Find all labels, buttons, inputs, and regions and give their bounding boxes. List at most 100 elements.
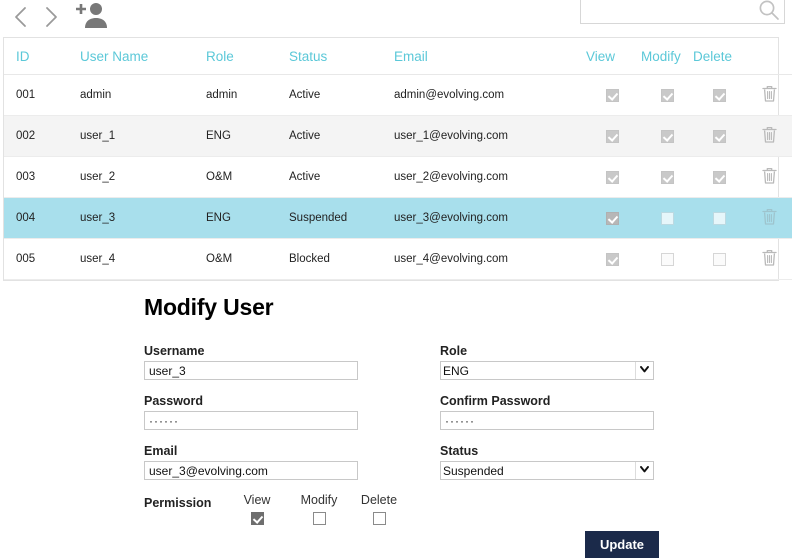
- status-label: Status: [440, 444, 654, 458]
- column-header-view[interactable]: View: [584, 38, 641, 75]
- cell-view: [584, 157, 641, 198]
- role-select[interactable]: adminENGO&M: [440, 361, 654, 380]
- column-header-modify[interactable]: Modify: [641, 38, 693, 75]
- cell-id: 005: [4, 239, 80, 280]
- chevron-left-icon: [6, 2, 36, 32]
- cell-delete-action: [746, 157, 792, 198]
- table-row[interactable]: 002user_1ENGActiveuser_1@evolving.com: [4, 116, 792, 157]
- form-row-password: Password Confirm Password: [144, 394, 784, 444]
- column-header-id[interactable]: ID: [4, 38, 80, 75]
- cell-modify: [641, 198, 693, 239]
- cell-email: user_4@evolving.com: [394, 239, 584, 280]
- cell-delete-action: [746, 198, 792, 239]
- cell-modify: [641, 239, 693, 280]
- table-row[interactable]: 003user_2O&MActiveuser_2@evolving.com: [4, 157, 792, 198]
- status-select[interactable]: ActiveSuspendedBlocked: [440, 461, 654, 480]
- permission-modify-checkbox[interactable]: [313, 512, 326, 525]
- trash-icon[interactable]: [761, 125, 778, 144]
- cell-id: 002: [4, 116, 80, 157]
- cell-email: admin@evolving.com: [394, 75, 584, 116]
- row-modify-checkbox[interactable]: [661, 212, 674, 225]
- row-view-checkbox[interactable]: [606, 89, 619, 102]
- cell-user-name: admin: [80, 75, 206, 116]
- row-view-checkbox[interactable]: [606, 253, 619, 266]
- row-delete-checkbox[interactable]: [713, 89, 726, 102]
- search-input[interactable]: [581, 0, 757, 23]
- table-header-row: ID User Name Role Status Email View Modi…: [4, 38, 792, 75]
- field-status: Status ActiveSuspendedBlocked: [440, 444, 654, 480]
- cell-role: O&M: [206, 239, 289, 280]
- permission-view-label: View: [234, 493, 280, 507]
- cell-delete: [693, 157, 746, 198]
- row-modify-checkbox[interactable]: [661, 130, 674, 143]
- permission-view-checkbox[interactable]: [251, 512, 264, 525]
- permission-delete-checkbox[interactable]: [373, 512, 386, 525]
- field-email: Email: [144, 444, 358, 480]
- cell-email: user_3@evolving.com: [394, 198, 584, 239]
- table-row[interactable]: 005user_4O&MBlockeduser_4@evolving.com: [4, 239, 792, 280]
- search-box[interactable]: [580, 0, 785, 24]
- row-delete-checkbox[interactable]: [713, 130, 726, 143]
- table-row[interactable]: 004user_3ENGSuspendeduser_3@evolving.com: [4, 198, 792, 239]
- forward-button[interactable]: [36, 2, 66, 32]
- status-select-wrap: ActiveSuspendedBlocked: [440, 461, 654, 480]
- row-delete-checkbox[interactable]: [713, 212, 726, 225]
- cell-status: Suspended: [289, 198, 394, 239]
- cell-id: 004: [4, 198, 80, 239]
- row-modify-checkbox[interactable]: [661, 89, 674, 102]
- row-view-checkbox[interactable]: [606, 130, 619, 143]
- trash-icon[interactable]: [761, 166, 778, 185]
- row-delete-checkbox[interactable]: [713, 171, 726, 184]
- table-body: 001adminadminActiveadmin@evolving.com002…: [4, 75, 792, 280]
- back-button[interactable]: [6, 2, 36, 32]
- form-row-email-status: Email Status ActiveSuspendedBlocked: [144, 444, 784, 494]
- cell-view: [584, 239, 641, 280]
- cell-view: [584, 75, 641, 116]
- role-select-wrap: adminENGO&M: [440, 361, 654, 380]
- password-input[interactable]: [144, 411, 358, 430]
- column-header-user-name[interactable]: User Name: [80, 38, 206, 75]
- column-header-status[interactable]: Status: [289, 38, 394, 75]
- cell-delete-action: [746, 75, 792, 116]
- permission-delete: Delete: [356, 493, 402, 528]
- email-input[interactable]: [144, 461, 358, 480]
- field-username: Username: [144, 344, 358, 380]
- update-button[interactable]: Update: [585, 531, 659, 558]
- row-view-checkbox[interactable]: [606, 212, 619, 225]
- column-header-delete[interactable]: Delete: [693, 38, 746, 75]
- trash-icon[interactable]: [761, 207, 778, 226]
- row-modify-checkbox[interactable]: [661, 171, 674, 184]
- cell-role: ENG: [206, 198, 289, 239]
- trash-icon[interactable]: [761, 84, 778, 103]
- cell-status: Blocked: [289, 239, 394, 280]
- trash-icon[interactable]: [761, 248, 778, 267]
- field-confirm-password: Confirm Password: [440, 394, 654, 430]
- cell-view: [584, 198, 641, 239]
- add-user-button[interactable]: [74, 0, 110, 32]
- column-header-role[interactable]: Role: [206, 38, 289, 75]
- cell-delete: [693, 198, 746, 239]
- cell-status: Active: [289, 157, 394, 198]
- row-view-checkbox[interactable]: [606, 171, 619, 184]
- cell-modify: [641, 157, 693, 198]
- form-title: Modify User: [144, 294, 784, 321]
- cell-role: admin: [206, 75, 289, 116]
- cell-delete-action: [746, 116, 792, 157]
- search-icon[interactable]: [757, 0, 781, 22]
- confirm-password-input[interactable]: [440, 411, 654, 430]
- username-input[interactable]: [144, 361, 358, 380]
- permission-modify: Modify: [296, 493, 342, 528]
- permission-label: Permission: [144, 496, 211, 510]
- cell-delete: [693, 116, 746, 157]
- column-header-email[interactable]: Email: [394, 38, 584, 75]
- modify-user-form: Modify User Username Role adminENGO&M Pa…: [144, 294, 784, 542]
- permission-modify-label: Modify: [296, 493, 342, 507]
- cell-id: 001: [4, 75, 80, 116]
- permission-view: View: [234, 493, 280, 528]
- cell-modify: [641, 75, 693, 116]
- row-modify-checkbox[interactable]: [661, 253, 674, 266]
- table-row[interactable]: 001adminadminActiveadmin@evolving.com: [4, 75, 792, 116]
- cell-delete-action: [746, 239, 792, 280]
- permission-row: Permission View Modify Delete: [144, 496, 784, 542]
- row-delete-checkbox[interactable]: [713, 253, 726, 266]
